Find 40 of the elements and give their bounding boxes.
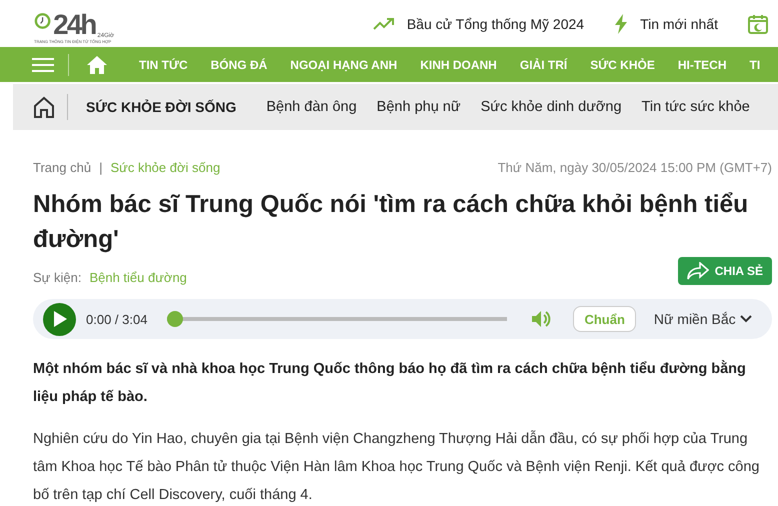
volume-icon[interactable] xyxy=(531,310,552,328)
article-paragraph: Nghiên cứu do Yin Hao, chuyên gia tại Bệnh viện Changzheng Thượng Hải dẫn đầu, có sự phối hợp của Trung tâm Khoa học Tế bào Phân tử thuộc Viện Hàn lâm Khoa học Trung Quốc và Bệnh viện Renji. Kết quả được công bố trên tạp chí Cell Discovery, cuối tháng 4. xyxy=(33,429,760,505)
lightning-icon xyxy=(614,14,628,34)
subnav-link[interactable]: Bệnh phụ nữ xyxy=(376,99,461,115)
article-headline: Nhóm bác sĩ Trung Quốc nói 'tìm ra cách chữa khỏi bệnh tiểu đường' xyxy=(33,190,750,255)
top-link[interactable]: Bầu cử Tổng thống Mỹ 2024 xyxy=(372,16,584,32)
breadcrumb-separator: | xyxy=(99,160,102,175)
breadcrumb-link[interactable]: Trang chủ xyxy=(33,160,92,175)
chevron-down-icon xyxy=(740,315,752,323)
event-link[interactable]: Bệnh tiểu đường xyxy=(89,270,187,284)
nav-link[interactable]: BÓNG ĐÁ xyxy=(210,58,268,72)
nav-link[interactable]: HI-TECH xyxy=(678,58,727,72)
share-arrow-icon xyxy=(686,262,709,280)
event-label: Sự kiện: xyxy=(33,270,82,284)
subnav-link[interactable]: Sức khỏe dinh dưỡng xyxy=(480,99,622,115)
speed-button[interactable]: Chuẩn xyxy=(573,306,636,332)
article-lead: Một nhóm bác sĩ và nhà khoa học Trung Quốc thông báo họ đã tìm ra cách chữa bệnh tiểu đường bằng liệu pháp tế bào. xyxy=(33,359,747,407)
nav-link[interactable]: TI xyxy=(750,58,760,72)
nav-link[interactable]: KINH DOANH xyxy=(420,58,497,72)
publish-date: Thứ Năm, ngày 30/05/2024 15:00 PM (GMT+7) xyxy=(498,160,772,175)
breadcrumb-link[interactable]: Sức khỏe đời sống xyxy=(110,160,220,175)
trend-up-icon xyxy=(372,16,395,30)
home-icon[interactable] xyxy=(33,96,55,118)
section-title[interactable]: SỨC KHỎE ĐỜI SỐNG xyxy=(86,99,236,115)
subnav-link[interactable]: Tin tức sức khỏe xyxy=(642,99,750,115)
nav-link[interactable]: TIN TỨC xyxy=(139,58,188,72)
top-link[interactable]: Tin mới nhất xyxy=(614,14,718,34)
audio-progress-thumb[interactable] xyxy=(167,311,184,327)
audio-time: 0:00 / 3:04 xyxy=(86,312,148,326)
menu-icon[interactable] xyxy=(32,56,54,72)
voice-dropdown[interactable]: Nữ miền Bắc xyxy=(654,311,752,327)
nav-link[interactable]: GIẢI TRÍ xyxy=(520,58,568,72)
nav-link[interactable]: SỨC KHỎE xyxy=(590,58,655,72)
play-button[interactable] xyxy=(43,302,76,336)
nav-link[interactable]: NGOẠI HẠNG ANH xyxy=(290,58,398,72)
subnav-link[interactable]: Bệnh đàn ông xyxy=(266,99,357,115)
logo-text: 24h xyxy=(53,11,96,39)
play-icon xyxy=(52,311,66,327)
share-button[interactable]: CHIA SẺ xyxy=(678,257,772,285)
calendar-icon[interactable] xyxy=(748,14,768,34)
